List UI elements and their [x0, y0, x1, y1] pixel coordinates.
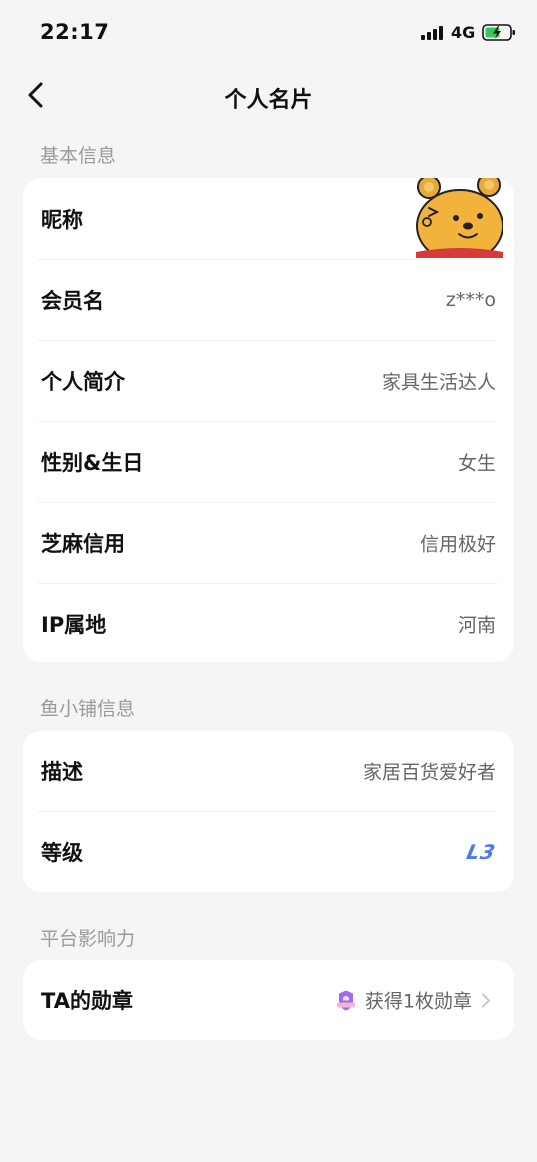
signal-icon	[421, 26, 445, 40]
profile-card-page: 22:17 4G 个人名片 基本信息 昵称 会员名 z***o 个人简介 家具生…	[0, 0, 537, 1162]
row-label-ip-location: IP属地	[41, 612, 107, 637]
shop-info-card: 描述 家居百货爱好者 等级 L3	[23, 731, 514, 892]
row-label-credit: 芝麻信用	[41, 531, 125, 556]
section-title-shop: 鱼小铺信息	[40, 698, 136, 720]
row-description[interactable]: 描述 家居百货爱好者	[23, 731, 514, 811]
row-value-gender-birthday: 女生	[457, 452, 496, 474]
row-value-bio: 家具生活达人	[381, 371, 496, 393]
row-member-name[interactable]: 会员名 z***o	[23, 259, 514, 340]
row-gender-birthday[interactable]: 性别&生日 女生	[23, 421, 514, 502]
nav-bar: 个人名片	[0, 66, 537, 126]
section-title-basic: 基本信息	[40, 145, 117, 167]
status-bar: 22:17 4G	[0, 0, 537, 66]
bear-avatar[interactable]	[416, 178, 503, 258]
row-label-nickname: 昵称	[41, 207, 83, 232]
page-title: 个人名片	[224, 88, 313, 113]
row-label-member-name: 会员名	[41, 288, 104, 313]
medal-icon	[336, 990, 355, 1010]
section-title-influence: 平台影响力	[40, 928, 136, 950]
row-label-medals: TA的勋章	[41, 989, 133, 1013]
chevron-right-icon	[482, 993, 490, 1007]
row-bio[interactable]: 个人简介 家具生活达人	[23, 340, 514, 421]
row-medals[interactable]: TA的勋章 获得1枚勋章	[23, 960, 514, 1040]
row-label-description: 描述	[41, 760, 83, 784]
row-level[interactable]: 等级 L3	[23, 811, 514, 892]
row-credit[interactable]: 芝麻信用 信用极好	[23, 502, 514, 583]
row-value-credit: 信用极好	[419, 533, 496, 555]
row-label-gender-birthday: 性别&生日	[41, 450, 144, 475]
level-badge: L3	[464, 839, 499, 864]
row-value-member-name: z***o	[445, 288, 496, 311]
medal-count-text: 获得1枚勋章	[364, 990, 472, 1013]
basic-info-card: 昵称 会员名 z***o 个人简介 家具生活达人 性别&生日 女生 芝麻信用 信…	[23, 178, 514, 662]
row-label-bio: 个人简介	[41, 369, 125, 394]
row-label-level: 等级	[41, 840, 83, 865]
row-value-ip-location: 河南	[457, 614, 496, 636]
battery-icon	[482, 24, 515, 41]
row-nickname[interactable]: 昵称	[23, 178, 514, 259]
row-value-description: 家居百货爱好者	[362, 761, 496, 784]
network-label: 4G	[451, 23, 476, 42]
row-ip-location[interactable]: IP属地 河南	[23, 583, 514, 662]
influence-card: TA的勋章 获得1枚勋章	[23, 960, 514, 1040]
status-time: 22:17	[40, 20, 110, 44]
medal-summary[interactable]: 获得1枚勋章	[335, 987, 492, 1014]
